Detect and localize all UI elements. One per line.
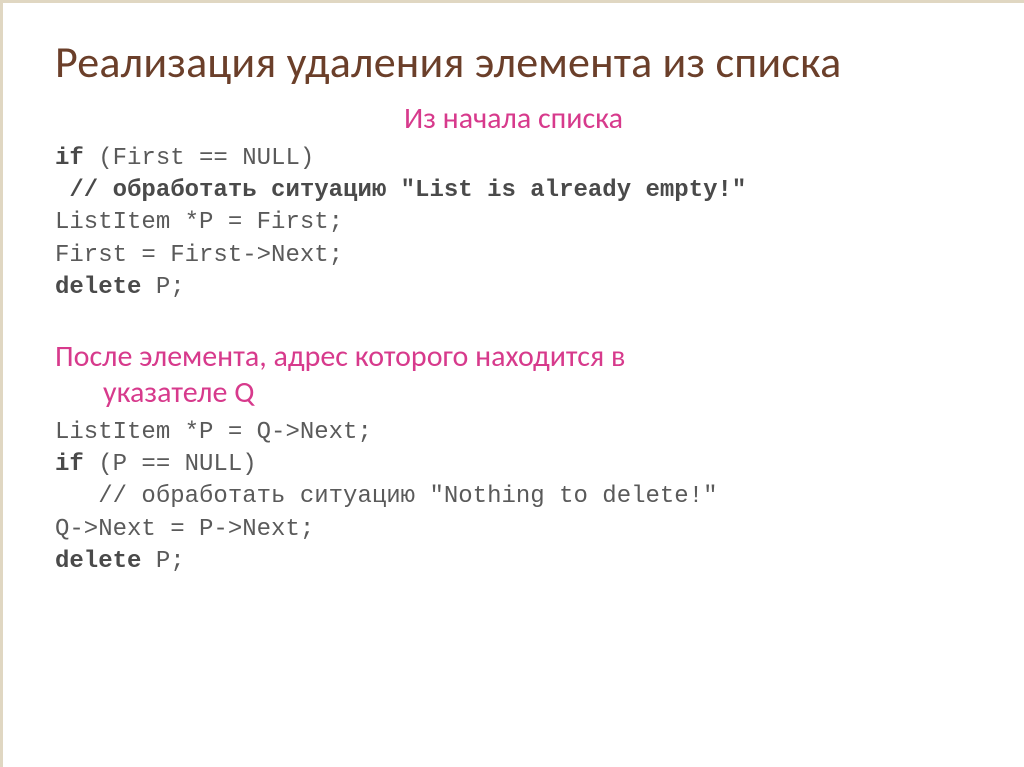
code-text: ListItem *P = Q->Next; [55, 419, 372, 446]
keyword-if: if [55, 145, 84, 172]
code-text: Q->Next = P->Next; [55, 516, 314, 543]
code-text: P; [141, 548, 184, 575]
slide: Реализация удаления элемента из списка И… [0, 0, 1024, 767]
code-text: P; [141, 274, 184, 301]
code-text: (First == NULL) [84, 145, 314, 172]
code-text: First = First->Next; [55, 242, 343, 269]
code-block-2: ListItem *P = Q->Next; if (P == NULL) //… [55, 417, 972, 579]
code-block-1: if (First == NULL) // обработать ситуаци… [55, 143, 972, 305]
code-text: ListItem *P = First; [55, 209, 343, 236]
keyword-delete: delete [55, 548, 141, 575]
code-comment: // обработать ситуацию ″List is already … [55, 177, 746, 204]
subtitle-after-element: После элемента, адрес которого находится… [55, 339, 972, 411]
subtitle2-line2: указателе Q [55, 375, 972, 411]
keyword-if: if [55, 451, 84, 478]
slide-title: Реализация удаления элемента из списка [55, 37, 972, 88]
code-text: (P == NULL) [84, 451, 257, 478]
subtitle-from-start: Из начала списка [55, 100, 972, 137]
subtitle2-line1: После элемента, адрес которого находится… [55, 338, 625, 375]
keyword-delete: delete [55, 274, 141, 301]
code-comment: // обработать ситуацию ″Nothing to delet… [55, 483, 718, 510]
